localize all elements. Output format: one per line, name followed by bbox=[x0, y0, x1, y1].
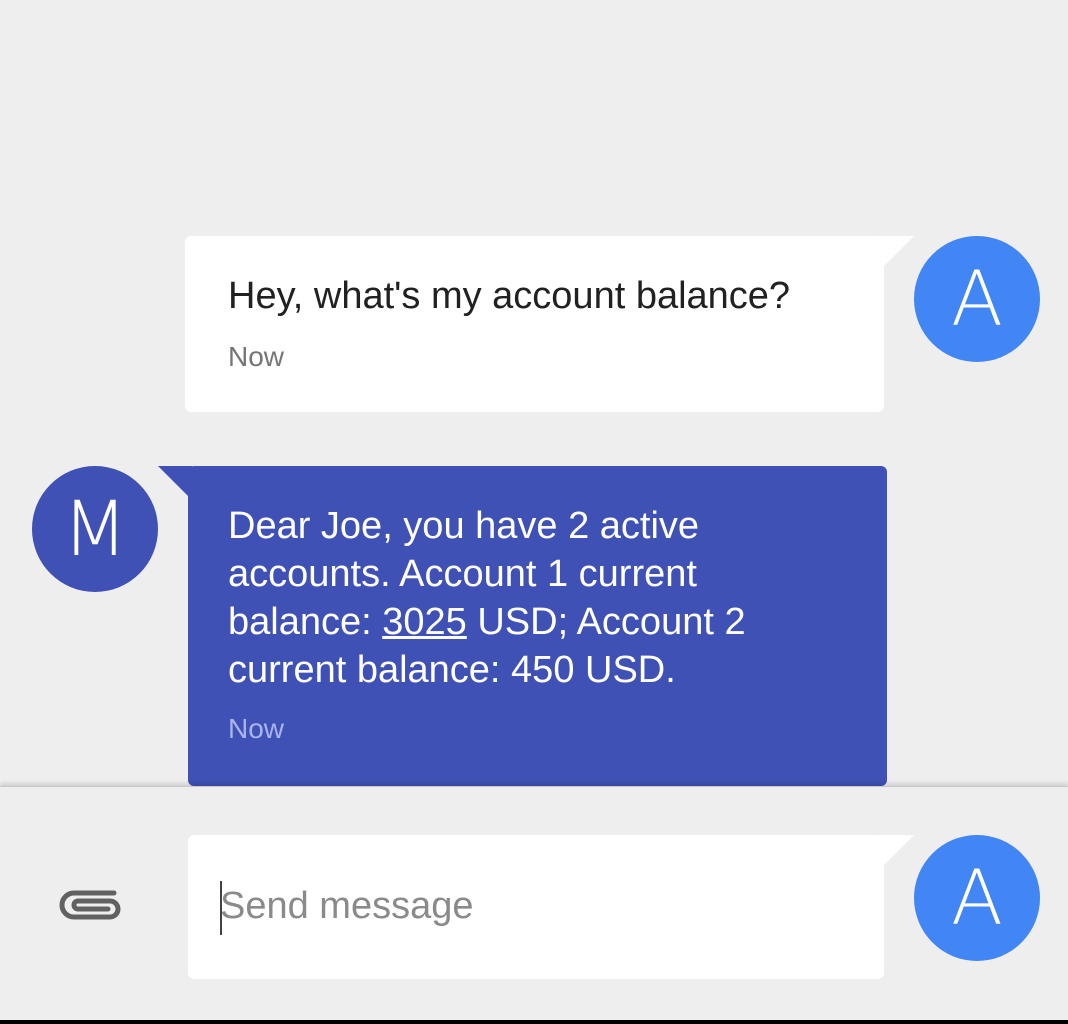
balance-amount-link[interactable]: 3025 bbox=[382, 601, 467, 643]
user-avatar[interactable]: A bbox=[914, 236, 1040, 362]
compose-bar: A bbox=[0, 786, 1068, 1021]
message-input[interactable] bbox=[220, 881, 850, 931]
incoming-message-text: Dear Joe, you have 2 active accounts. Ac… bbox=[228, 502, 848, 694]
incoming-bubble-tail bbox=[158, 466, 192, 500]
message-field-tail bbox=[880, 835, 914, 869]
outgoing-message-timestamp: Now bbox=[228, 341, 285, 372]
bottom-edge bbox=[0, 1020, 1068, 1024]
chat-screen: Hey, what's my account balance? Now A M … bbox=[0, 0, 1068, 1024]
attach-button[interactable] bbox=[56, 883, 128, 927]
bot-avatar[interactable]: M bbox=[32, 466, 158, 592]
paperclip-icon bbox=[59, 890, 121, 920]
incoming-message-timestamp: Now bbox=[228, 713, 285, 744]
incoming-message-bubble[interactable]: Dear Joe, you have 2 active accounts. Ac… bbox=[188, 466, 887, 786]
outgoing-message-bubble[interactable]: Hey, what's my account balance? Now bbox=[185, 236, 884, 412]
conversation-list[interactable]: Hey, what's my account balance? Now A M … bbox=[0, 0, 1068, 786]
message-field[interactable] bbox=[188, 835, 884, 979]
outgoing-message-text: Hey, what's my account balance? bbox=[228, 275, 791, 317]
send-avatar-button[interactable]: A bbox=[914, 835, 1040, 961]
text-cursor bbox=[220, 881, 222, 935]
outgoing-bubble-tail bbox=[880, 236, 914, 270]
